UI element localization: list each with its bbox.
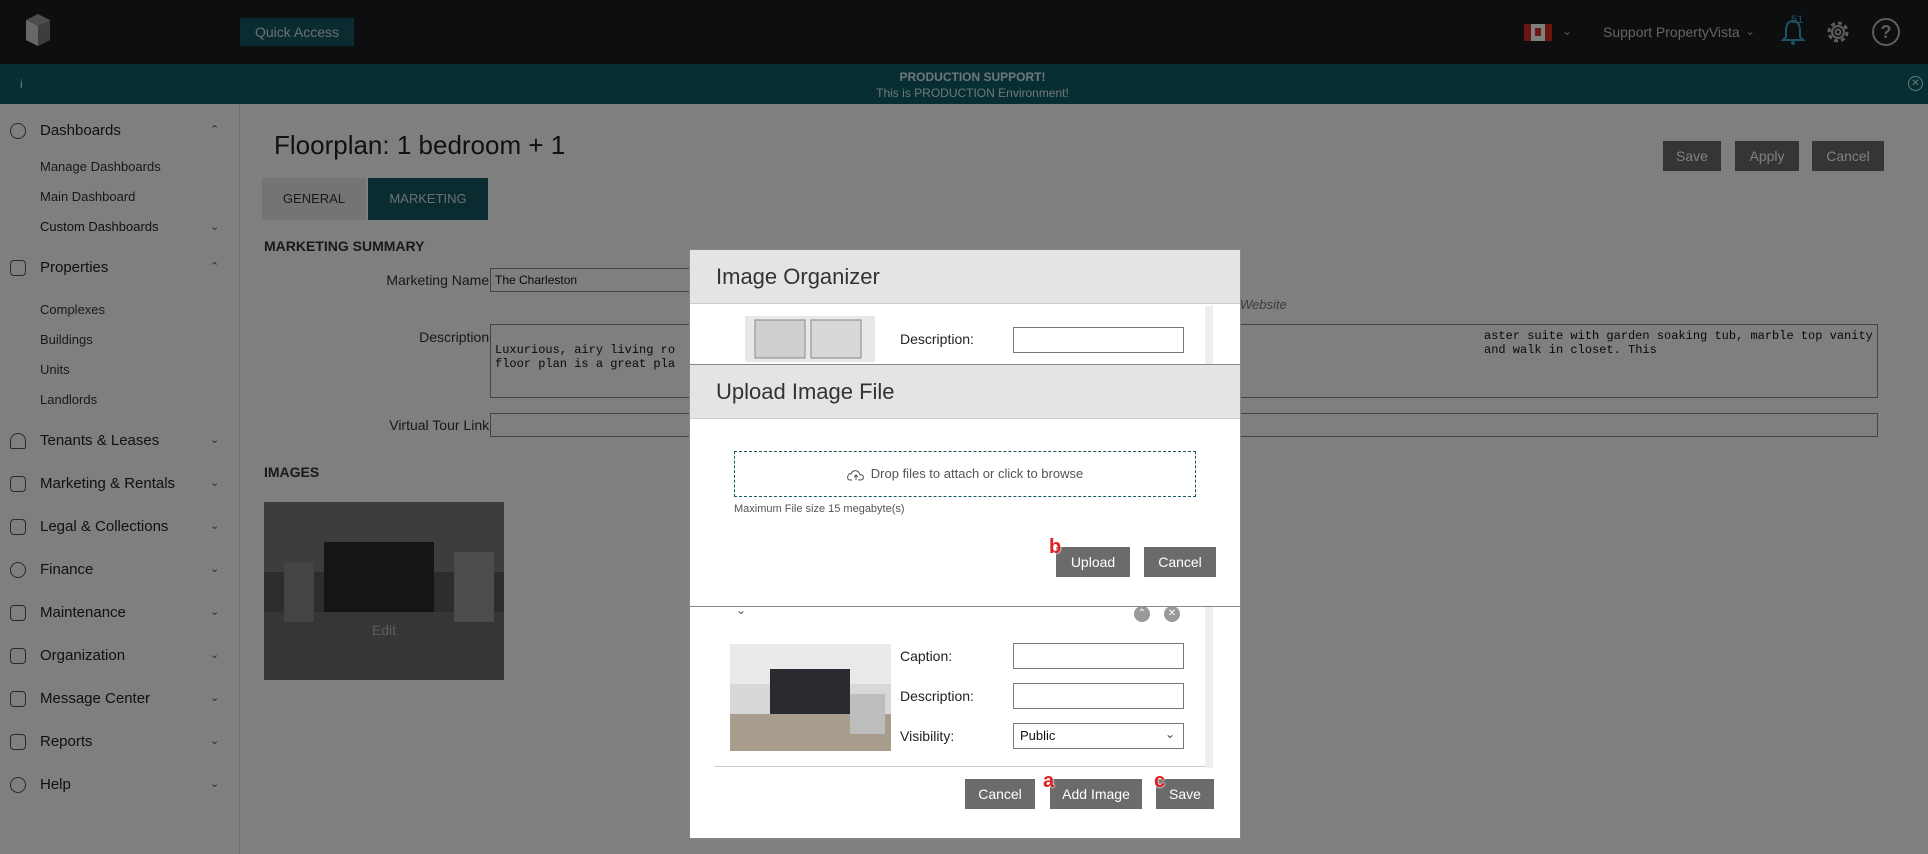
dropzone-text: Drop files to attach or click to browse (870, 466, 1084, 481)
upload-button[interactable]: Upload (1056, 547, 1130, 577)
annotation-marker-c: c (1154, 770, 1166, 792)
visibility-select[interactable]: Public ⌄ (1013, 723, 1184, 749)
remove-icon[interactable]: ✕ (1164, 606, 1180, 622)
description-label-2: Description: (900, 688, 974, 704)
file-dropzone[interactable]: Drop files to attach or click to browse (734, 451, 1196, 497)
max-file-size: Maximum File size 15 megabyte(s) (734, 503, 905, 515)
upload-cancel-button[interactable]: Cancel (1144, 547, 1216, 577)
annotation-marker-a: a (1043, 770, 1055, 792)
add-image-button[interactable]: Add Image (1050, 779, 1142, 809)
chevron-down-icon: ⌄ (1164, 727, 1175, 741)
upload-dialog-title: Upload Image File (716, 379, 895, 404)
cloud-upload-icon (846, 469, 864, 481)
divider (714, 766, 1209, 767)
visibility-label: Visibility: (900, 728, 955, 744)
description-label-1: Description: (900, 331, 974, 347)
caption-label: Caption: (900, 648, 953, 664)
upload-dialog-header: Upload Image File (690, 365, 1240, 419)
move-up-icon[interactable]: ⌃ (1134, 606, 1150, 622)
kitchen-image (730, 644, 891, 751)
floorplan-image (745, 316, 875, 362)
organizer-cancel-button[interactable]: Cancel (965, 779, 1035, 809)
image-organizer-header: Image Organizer (690, 250, 1240, 304)
description-input-1[interactable] (1013, 327, 1184, 353)
upload-image-dialog: Upload Image File Drop files to attach o… (689, 364, 1241, 607)
description-input-2[interactable] (1013, 683, 1184, 709)
visibility-value: Public (1020, 728, 1056, 743)
image-organizer-title: Image Organizer (716, 264, 880, 289)
caption-input[interactable] (1013, 643, 1184, 669)
annotation-marker-b: b (1049, 536, 1062, 558)
